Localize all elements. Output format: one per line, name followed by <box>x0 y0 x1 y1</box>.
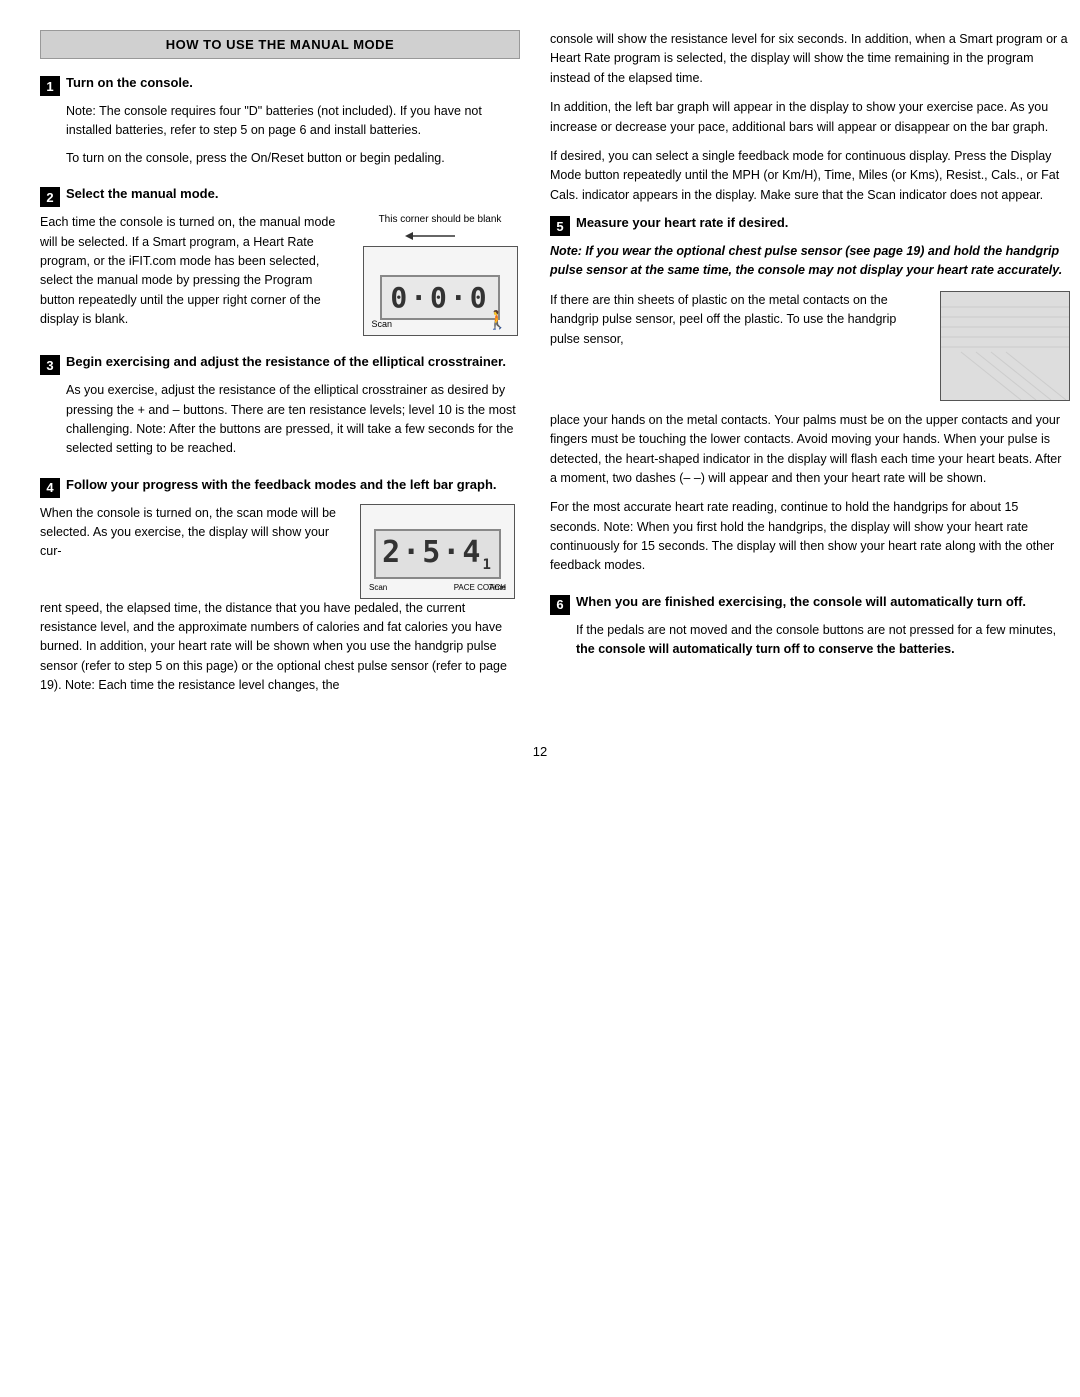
corner-arrow <box>395 228 495 246</box>
heart-text-after: place your hands on the metal contacts. … <box>550 411 1070 489</box>
page-layout: HOW TO USE THE MANUAL MODE 1 Turn on the… <box>40 30 1040 714</box>
step3-title: Begin exercising and adjust the resistan… <box>66 354 506 369</box>
step3-content: As you exercise, adjust the resistance o… <box>66 381 520 459</box>
step5-title: Measure your heart rate if desired. <box>576 215 788 230</box>
right-para3: If desired, you can select a single feed… <box>550 147 1070 205</box>
person-icon: 🚶 <box>486 310 508 331</box>
step1-title: Turn on the console. <box>66 75 193 90</box>
step5-bold-italic: Note: If you wear the optional chest pul… <box>550 242 1070 281</box>
left-column: HOW TO USE THE MANUAL MODE 1 Turn on the… <box>40 30 520 714</box>
step2-block: 2 Select the manual mode. Each time the … <box>40 186 520 336</box>
step6-bold: the console will automatically turn off … <box>576 642 955 656</box>
step2-image-area: This corner should be blank 0·0·0 Scan 🚶 <box>360 213 520 336</box>
step1-para1: Note: The console requires four "D" batt… <box>66 102 520 141</box>
step4-inner: When the console is turned on, the scan … <box>40 504 520 599</box>
step2-text: Each time the console is turned on, the … <box>40 213 350 329</box>
heart-image: Metal Contacts <box>940 291 1070 401</box>
step5-number: 5 <box>550 216 570 236</box>
step5-para-accurate: For the most accurate heart rate reading… <box>550 498 1070 576</box>
step4-text: When the console is turned on, the scan … <box>40 504 350 562</box>
step6-title: When you are finished exercising, the co… <box>576 594 1026 609</box>
step3-para1: As you exercise, adjust the resistance o… <box>66 381 520 459</box>
scan-label: Scan <box>372 319 393 329</box>
page-number: 12 <box>40 744 1040 759</box>
step6-para1-text: If the pedals are not moved and the cons… <box>576 623 1056 637</box>
step4-image-area: 2·5·41 Scan Time PACE COACH <box>360 504 520 599</box>
heart-section: If there are thin sheets of plastic on t… <box>550 291 1070 401</box>
step1-para2: To turn on the console, press the On/Res… <box>66 149 520 168</box>
step2-inner: Each time the console is turned on, the … <box>40 213 520 336</box>
corner-label: This corner should be blank <box>379 213 502 226</box>
right-para2: In addition, the left bar graph will app… <box>550 98 1070 137</box>
device-svg <box>941 292 1069 400</box>
step3-number: 3 <box>40 355 60 375</box>
step6-para1: If the pedals are not moved and the cons… <box>576 621 1070 660</box>
console-diagram2: 2·5·41 Scan Time PACE COACH <box>360 504 515 599</box>
step4-block: 4 Follow your progress with the feedback… <box>40 477 520 696</box>
display-segment2: 2·5·41 <box>374 529 501 579</box>
heart-text-before: If there are thin sheets of plastic on t… <box>550 291 928 349</box>
step4-title: Follow your progress with the feedback m… <box>66 477 497 492</box>
scan-label2: Scan <box>369 583 387 592</box>
step6-block: 6 When you are finished exercising, the … <box>550 594 1070 660</box>
step1-content: Note: The console requires four "D" batt… <box>66 102 520 168</box>
display-segment: 0·0·0 <box>380 275 499 320</box>
step1-block: 1 Turn on the console. Note: The console… <box>40 75 520 168</box>
section-header: HOW TO USE THE MANUAL MODE <box>40 30 520 59</box>
console-diagram: 0·0·0 Scan 🚶 <box>363 246 518 336</box>
step3-block: 3 Begin exercising and adjust the resist… <box>40 354 520 459</box>
right-para1: console will show the resistance level f… <box>550 30 1070 88</box>
step4-number: 4 <box>40 478 60 498</box>
step2-title: Select the manual mode. <box>66 186 218 201</box>
step4-text-after: rent speed, the elapsed time, the distan… <box>40 599 520 696</box>
step1-number: 1 <box>40 76 60 96</box>
step2-number: 2 <box>40 187 60 207</box>
step5-block: 5 Measure your heart rate if desired. No… <box>550 215 1070 576</box>
step6-number: 6 <box>550 595 570 615</box>
right-column: console will show the resistance level f… <box>550 30 1070 714</box>
pace-coach-label: PACE COACH <box>454 583 506 592</box>
